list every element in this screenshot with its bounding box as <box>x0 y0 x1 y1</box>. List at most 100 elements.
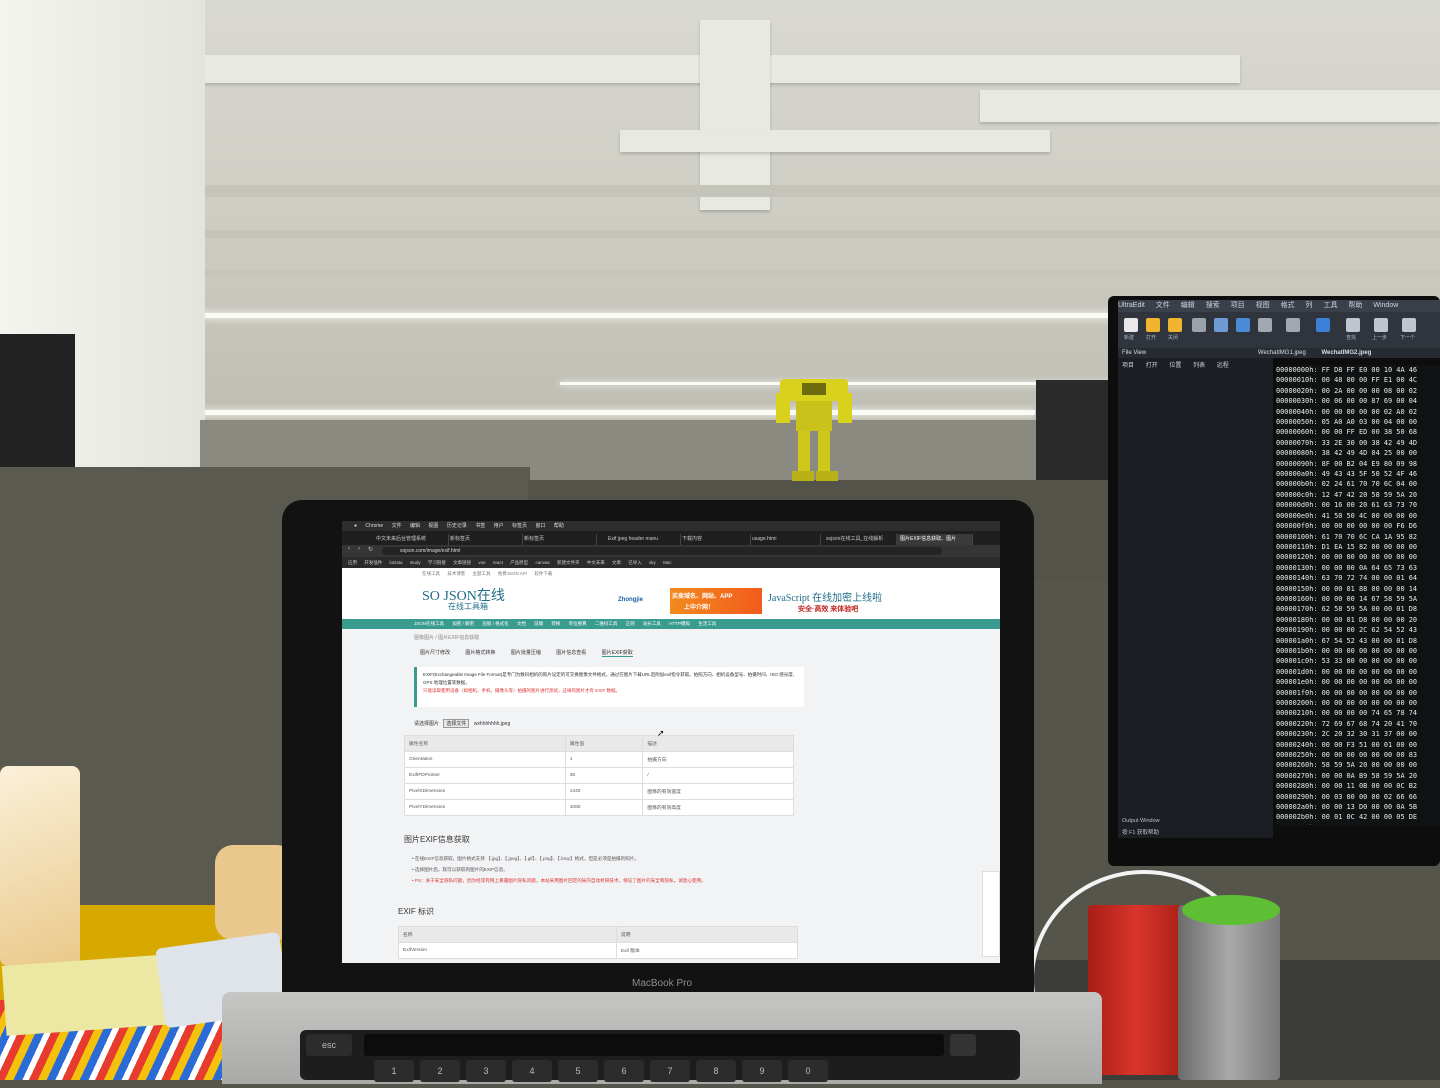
promo-slogan[interactable]: JavaScript 在线加密上线啦 <box>768 589 882 604</box>
open-folder-icon[interactable] <box>1146 318 1160 332</box>
reload-icon[interactable]: ↻ <box>368 546 373 553</box>
sidebar-tab[interactable]: 项目 <box>1122 363 1134 369</box>
back-icon[interactable]: ‹ <box>348 546 350 552</box>
menu-item[interactable]: 视图 <box>428 523 438 529</box>
browser-tab[interactable]: 新标签页 <box>520 534 597 545</box>
save-icon[interactable] <box>1192 318 1206 332</box>
sidebar-tab[interactable]: 列表 <box>1193 363 1205 369</box>
menu-item[interactable]: 帮助 <box>1348 302 1362 309</box>
browser-tab-active[interactable]: 图片EXIF信息获取、图片 <box>896 534 973 545</box>
menu-item[interactable]: 文件 <box>1156 302 1170 309</box>
menu-item[interactable]: 窗口 <box>535 523 545 529</box>
keyboard-key[interactable]: 9 <box>742 1060 782 1082</box>
menu-item[interactable]: 用户 <box>494 523 504 529</box>
menu-item[interactable]: 工具 <box>1323 302 1337 309</box>
keyboard-key[interactable]: 6 <box>604 1060 644 1082</box>
browser-tab[interactable]: 新标签页 <box>446 534 523 545</box>
menu-item[interactable]: 编辑 <box>1181 302 1195 309</box>
bookmark[interactable]: loData <box>390 560 403 565</box>
touch-bar[interactable] <box>364 1034 944 1056</box>
browser-tab[interactable]: 中文未来后台管理系统 <box>372 534 449 545</box>
subtab[interactable]: 图片格式转换 <box>465 650 495 656</box>
toplink[interactable]: 主题工具 <box>473 571 491 576</box>
nav-item[interactable]: 文档 <box>517 621 526 626</box>
menu-item[interactable]: 搜索 <box>1206 302 1220 309</box>
menu-item[interactable]: 书签 <box>475 523 485 529</box>
toplink[interactable]: 在线工具 <box>422 571 440 576</box>
bookmark[interactable]: vue <box>478 560 485 565</box>
browser-tab[interactable]: usage.htmi <box>748 534 821 545</box>
toplink[interactable]: 软件下载 <box>534 571 552 576</box>
redo-icon[interactable] <box>1236 318 1250 332</box>
hex-mode-icon[interactable] <box>1316 318 1330 332</box>
bookmark[interactable]: 开发插件 <box>364 560 382 565</box>
nav-item[interactable]: HTTP模拟 <box>669 621 690 626</box>
bookmark[interactable]: react <box>493 560 503 565</box>
column-icon[interactable] <box>1286 318 1300 332</box>
nav-item[interactable]: 前端 <box>534 621 543 626</box>
bookmark[interactable]: canvas <box>535 560 549 565</box>
file-tab-active[interactable]: WechatIMG2.jpeg <box>1322 350 1372 356</box>
keyboard-key[interactable]: esc <box>306 1034 352 1056</box>
subtab[interactable]: 图片信息查看 <box>556 650 586 656</box>
hex-view[interactable]: 00000000h: FF D8 FF E0 00 10 4A 46 000000… <box>1276 365 1440 825</box>
browser-tab[interactable]: Exif jpeg header manu <box>604 534 681 545</box>
browser-tab[interactable]: sojson在线工具_在线解析 <box>822 534 899 545</box>
menu-item[interactable]: 文件 <box>392 523 402 529</box>
menu-item[interactable]: 项目 <box>1231 302 1245 309</box>
menu-item[interactable]: UltraEdit <box>1118 302 1145 309</box>
menu-item[interactable]: 帮助 <box>554 523 564 529</box>
subtab-active[interactable]: 图片EXIF获取 <box>601 650 633 657</box>
nav-item[interactable]: 正则 <box>626 621 635 626</box>
bookmark[interactable]: sky <box>649 560 656 565</box>
menu-item[interactable]: Chrome <box>365 523 383 529</box>
nav-item[interactable]: 单位换算 <box>569 621 587 626</box>
menu-item[interactable]: Window <box>1373 302 1398 309</box>
close-folder-icon[interactable] <box>1168 318 1182 332</box>
sidebar-tab[interactable]: 远程 <box>1217 363 1229 369</box>
subtab[interactable]: 图片尺寸修改 <box>420 650 450 656</box>
toplink[interactable]: 免费JSON API <box>498 571 527 576</box>
keyboard-key[interactable]: 7 <box>650 1060 690 1082</box>
nav-item[interactable]: 生活工具 <box>698 621 716 626</box>
menu-item[interactable]: 格式 <box>1281 302 1295 309</box>
menu-item[interactable]: 视图 <box>1256 302 1270 309</box>
forward-icon[interactable]: › <box>358 546 360 552</box>
previous-icon[interactable] <box>1374 318 1388 332</box>
menu-item[interactable]: 编辑 <box>410 523 420 529</box>
address-bar[interactable]: sojson.com/image/exif.html <box>382 547 942 555</box>
touch-id-key[interactable] <box>950 1034 976 1056</box>
keyboard-key[interactable]: 8 <box>696 1060 736 1082</box>
bookmark[interactable]: 文章 <box>612 560 621 565</box>
undo-icon[interactable] <box>1214 318 1228 332</box>
keyboard-key[interactable]: 1 <box>374 1060 414 1082</box>
nav-item[interactable]: 站长工具 <box>643 621 661 626</box>
nav-item[interactable]: 压缩 / 格式化 <box>482 621 508 626</box>
bookmark[interactable]: 学习链接 <box>428 560 446 565</box>
new-file-icon[interactable] <box>1124 318 1138 332</box>
menu-item[interactable]: 列 <box>1306 302 1313 309</box>
bookmark[interactable]: 已导入 <box>628 560 642 565</box>
subtab[interactable]: 图片批量压缩 <box>511 650 541 656</box>
output-window-label[interactable]: Output Window <box>1122 818 1160 824</box>
bookmark[interactable]: 中文未来 <box>587 560 605 565</box>
bookmark[interactable]: 新建文件夹 <box>557 560 580 565</box>
nav-item[interactable]: 二维码工具 <box>595 621 618 626</box>
bookmark[interactable]: 文章链接 <box>453 560 471 565</box>
keyboard-key[interactable]: 2 <box>420 1060 460 1082</box>
nav-item[interactable]: JSON在线工具 <box>414 621 444 626</box>
keyboard-key[interactable]: 5 <box>558 1060 598 1082</box>
bookmark[interactable]: 应用 <box>348 560 357 565</box>
wrap-icon[interactable] <box>1258 318 1272 332</box>
toplink[interactable]: 技术博客 <box>447 571 465 576</box>
floating-sidebar[interactable] <box>982 871 1000 957</box>
keyboard-key[interactable]: 3 <box>466 1060 506 1082</box>
file-tab[interactable]: WechatIMG1.jpeg <box>1258 350 1306 356</box>
choose-file-button[interactable]: 选择文件 <box>443 719 470 728</box>
menu-item[interactable]: 历史记录 <box>447 523 467 529</box>
sidebar-tab[interactable]: 打开 <box>1146 363 1158 369</box>
menu-item[interactable]: 标签页 <box>512 523 527 529</box>
bookmark[interactable]: Mac <box>663 560 672 565</box>
bookmark[interactable]: 产品原型 <box>510 560 528 565</box>
keyboard-key[interactable]: 0 <box>788 1060 828 1082</box>
